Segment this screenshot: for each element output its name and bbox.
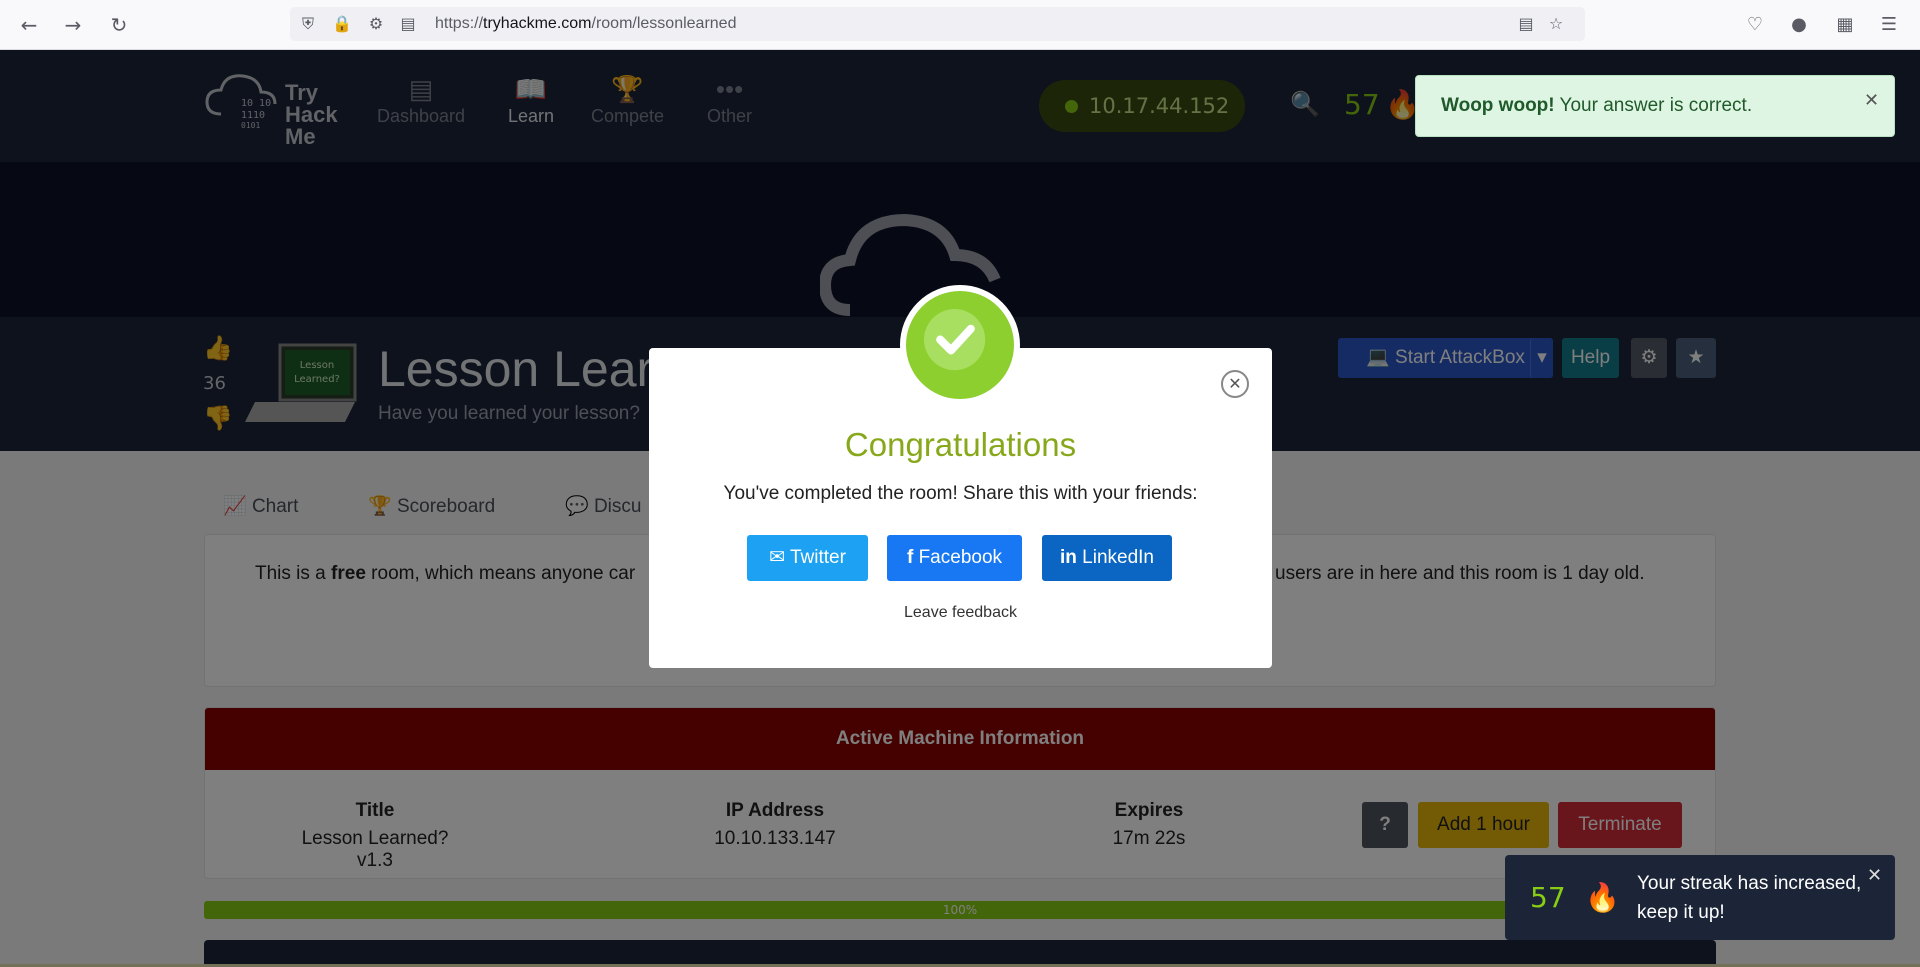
reader-icon[interactable]: ▤ xyxy=(398,14,418,34)
permissions-icon[interactable]: ⚙ xyxy=(366,14,386,34)
close-icon[interactable]: ✕ xyxy=(1864,90,1879,111)
url-text[interactable]: https://tryhackme.com/room/lessonlearned xyxy=(435,15,736,33)
leave-feedback-link[interactable]: Leave feedback xyxy=(649,604,1272,622)
bookmark-star-icon[interactable]: ☆ xyxy=(1546,14,1566,34)
extensions-icon[interactable]: ▦ xyxy=(1832,12,1858,38)
close-icon[interactable]: ✕ xyxy=(1867,865,1882,886)
modal-body: You've completed the room! Share this wi… xyxy=(723,483,1198,504)
share-facebook-button[interactable]: f Facebook xyxy=(887,535,1022,581)
account-icon[interactable]: ● xyxy=(1786,12,1812,38)
share-linkedin-button[interactable]: in LinkedIn xyxy=(1042,535,1172,581)
streak-toast-count: 57 xyxy=(1530,881,1566,914)
answer-correct-toast: Woop woop! Your answer is correct. ✕ xyxy=(1415,75,1895,137)
linkedin-icon: in xyxy=(1059,547,1077,568)
twitter-icon: ✉ xyxy=(769,547,786,568)
close-icon[interactable]: ✕ xyxy=(1221,370,1249,398)
facebook-icon: f xyxy=(906,547,914,568)
reader-view-icon[interactable]: ▤ xyxy=(1516,14,1536,34)
streak-toast: 57 🔥 Your streak has increased, keep it … xyxy=(1505,855,1895,940)
lock-icon[interactable]: 🔒 xyxy=(332,14,352,34)
address-bar[interactable]: ⛨ 🔒 ⚙ ▤ https://tryhackme.com/room/lesso… xyxy=(290,7,1585,41)
pocket-icon[interactable]: ♡ xyxy=(1742,12,1768,38)
reload-icon[interactable]: ↻ xyxy=(106,12,132,38)
forward-icon[interactable]: → xyxy=(60,12,86,38)
completion-check-icon xyxy=(900,285,1020,405)
toast-message: Woop woop! Your answer is correct. xyxy=(1441,95,1753,116)
back-icon[interactable]: ← xyxy=(16,12,42,38)
shield-icon[interactable]: ⛨ xyxy=(298,14,318,34)
menu-icon[interactable]: ☰ xyxy=(1876,12,1902,38)
browser-toolbar: ← → ↻ ⛨ 🔒 ⚙ ▤ https://tryhackme.com/room… xyxy=(0,0,1920,50)
streak-toast-message: Your streak has increased, keep it up! xyxy=(1637,873,1862,923)
modal-title: Congratulations xyxy=(844,426,1077,463)
flame-icon: 🔥 xyxy=(1585,881,1620,914)
share-twitter-button[interactable]: ✉ Twitter xyxy=(747,535,868,581)
